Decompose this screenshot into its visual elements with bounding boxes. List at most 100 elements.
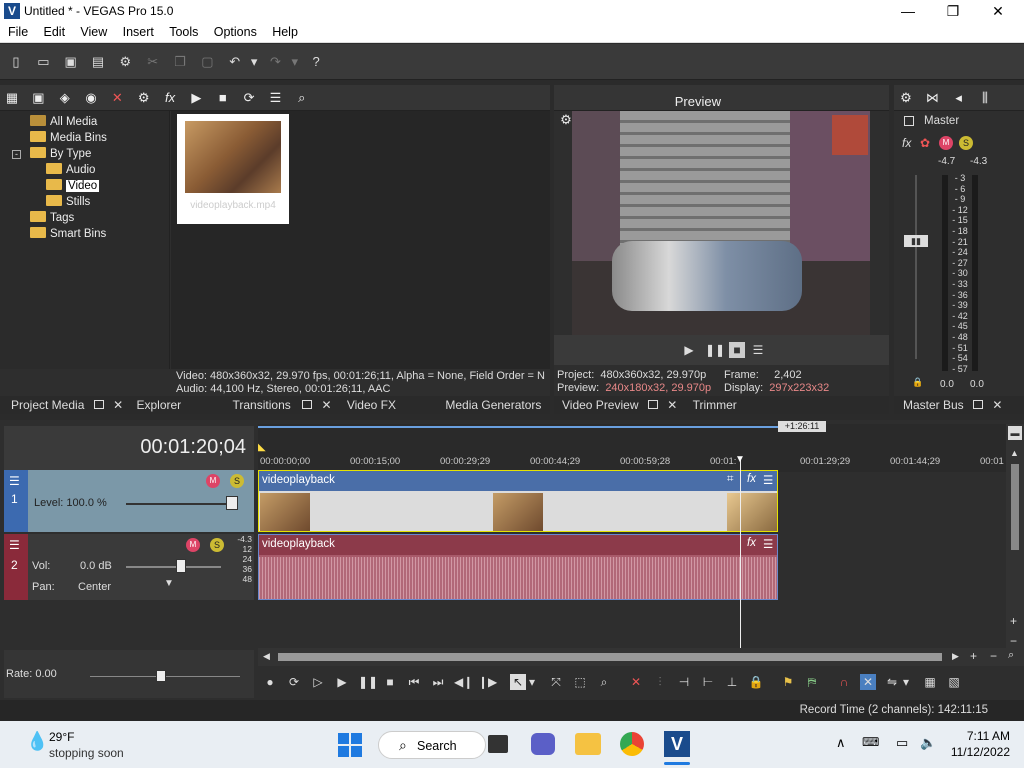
downmix-icon[interactable]: ⋈ [923,89,941,107]
tree-item-smart-bins[interactable]: Smart Bins [30,227,106,243]
h-zoom-out-icon[interactable]: − [990,649,997,663]
get-media-icon[interactable]: ◈ [56,89,74,107]
maximize-panel-icon[interactable] [647,400,658,409]
maximize-panel-icon[interactable] [302,400,313,409]
clip-menu-icon[interactable]: ☰ [763,473,773,487]
selection-tool-icon[interactable]: ⬚ [572,674,588,690]
save-as-icon[interactable]: ▤ [90,54,106,70]
file-explorer-icon[interactable] [575,733,601,755]
menu-edit[interactable]: Edit [40,23,70,41]
mute-icon[interactable]: M [939,136,953,150]
audio-event-fx-icon[interactable]: fx [747,537,756,549]
menu-options[interactable]: Options [210,23,261,41]
play-icon[interactable]: ▶ [187,89,205,107]
video-solo-icon[interactable]: S [230,474,244,488]
trim-icon[interactable]: ⫶ [652,674,668,690]
audio-track-header[interactable]: ☰ 2 M S Vol: 0.0 dB Pan: Center ▼ -4.3 1… [4,534,254,600]
record-icon[interactable]: ● [262,674,278,690]
task-view-icon[interactable] [488,735,508,753]
whats-this-icon[interactable]: ? [308,54,324,70]
loop-icon[interactable]: ⟳ [286,674,302,690]
dim-icon[interactable]: ◂ [950,89,968,107]
remove-unused-icon[interactable]: ◉ [82,89,100,107]
pan-slider-handle[interactable]: ▼ [164,578,174,589]
rate-slider-handle[interactable] [156,670,166,682]
tree-item-tags[interactable]: Tags [30,211,74,227]
start-icon[interactable] [338,733,362,757]
cut-icon[interactable]: ✂ [145,54,161,70]
taskbar-search[interactable]: ⌕ Search [378,731,486,759]
stop-icon[interactable]: ■ [382,674,398,690]
scroll-up-icon[interactable]: ▲ [1010,448,1019,458]
search-icon[interactable]: ⌕ [293,89,311,107]
weather-icon[interactable]: 💧 [26,731,48,752]
insert-region-icon[interactable]: ⛿ [804,674,820,690]
collapse-icon[interactable]: - [12,150,21,159]
tree-item-video[interactable]: Video [46,179,100,195]
video-mute-icon[interactable]: M [206,474,220,488]
level-slider-handle[interactable] [226,496,238,510]
menu-view[interactable]: View [76,23,111,41]
maximize-panel-icon[interactable] [973,400,984,409]
zoom-tool-icon[interactable]: ⌕ [1008,649,1014,662]
playhead-marker-icon[interactable]: ▼ [735,454,745,465]
properties-icon[interactable]: ⚙ [117,54,133,70]
capture-icon[interactable]: ▣ [29,89,47,107]
tree-item-audio[interactable]: Audio [46,163,95,179]
mixer-properties-icon[interactable]: ⚙ [897,89,915,107]
auto-preview-icon[interactable]: ⟳ [240,89,258,107]
menu-insert[interactable]: Insert [119,23,158,41]
master-automation-icon[interactable]: ✿ [920,136,930,150]
trim-end-icon[interactable]: ⊢ [700,674,716,690]
close-panel-icon[interactable]: ✕ [992,398,1002,412]
keyboard-icon[interactable]: ⌨ [862,735,879,749]
redo-icon[interactable]: ↷ [267,54,283,70]
vscroll-thumb[interactable] [1011,464,1019,550]
vertical-scrollbar[interactable]: ▬ ▲ + − [1006,424,1024,654]
delete-icon[interactable]: ✕ [108,89,126,107]
lock-icon[interactable]: 🔒 [912,377,923,388]
lock-envelopes-icon[interactable]: ▦ [922,674,938,690]
timeline-ruler[interactable]: +1:26:11 ◣ 00:00:00;00 00:00:15;00 00:00:2… [258,421,1006,472]
audio-clip-menu-icon[interactable]: ☰ [763,537,773,551]
loop-region-bar[interactable] [258,426,778,428]
tab-master-bus[interactable]: Master Bus [903,398,964,412]
close-panel-icon[interactable]: ✕ [667,398,677,412]
audio-mute-icon[interactable]: M [186,538,200,552]
snapping-icon[interactable]: ∩ [836,674,852,690]
tab-trimmer[interactable]: Trimmer [693,398,737,412]
ignore-grouping-icon[interactable]: ▧ [946,674,962,690]
split-icon[interactable]: ⊥ [724,674,740,690]
scroll-right-icon[interactable]: ▶ [952,651,959,662]
chevron-up-icon[interactable]: ∧ [836,735,846,751]
tree-item-all-media[interactable]: All Media [30,115,97,131]
tab-explorer[interactable]: Explorer [136,398,181,412]
vegas-taskbar-icon[interactable]: V [664,731,690,757]
audio-clip[interactable]: videoplayback fx ☰ [258,534,778,600]
menu-tools[interactable]: Tools [165,23,202,41]
play-icon[interactable]: ▶ [334,674,350,690]
tab-transitions[interactable]: Transitions [233,398,291,412]
preview-pause-icon[interactable]: ❚❚ [705,342,725,358]
comment-icon[interactable]: ▬ [1008,426,1022,440]
master-checkbox[interactable] [904,116,914,126]
playhead-line[interactable] [740,460,741,660]
play-from-start-icon[interactable]: ▷ [310,674,326,690]
auto-crossfade-icon[interactable]: ✕ [860,674,876,690]
envelope-tool-icon[interactable]: ⤧ [548,674,564,690]
channels-icon[interactable]: ⫼ [976,89,994,107]
edit-tool-dropdown-icon[interactable]: ▾ [528,674,536,690]
undo-icon[interactable]: ↶ [227,54,243,70]
close-panel-icon[interactable]: ✕ [113,398,123,412]
h-zoom-in-icon[interactable]: + [970,649,977,663]
audio-solo-icon[interactable]: S [210,538,224,552]
event-fx-icon[interactable]: fx [747,473,756,485]
trim-start-icon[interactable]: ⊣ [676,674,692,690]
ripple-dropdown-icon[interactable]: ▾ [902,674,910,690]
timecode-display[interactable]: 00:01:20;04 [140,436,246,459]
video-clip[interactable]: videoplayback ⌗ fx ☰ [258,470,778,532]
video-track-header[interactable]: ☰ 1 M S Level: 100.0 % [4,470,254,532]
paste-icon[interactable]: ▢ [199,54,215,70]
close-panel-icon[interactable]: ✕ [321,398,331,412]
new-icon[interactable]: ▯ [8,54,24,70]
